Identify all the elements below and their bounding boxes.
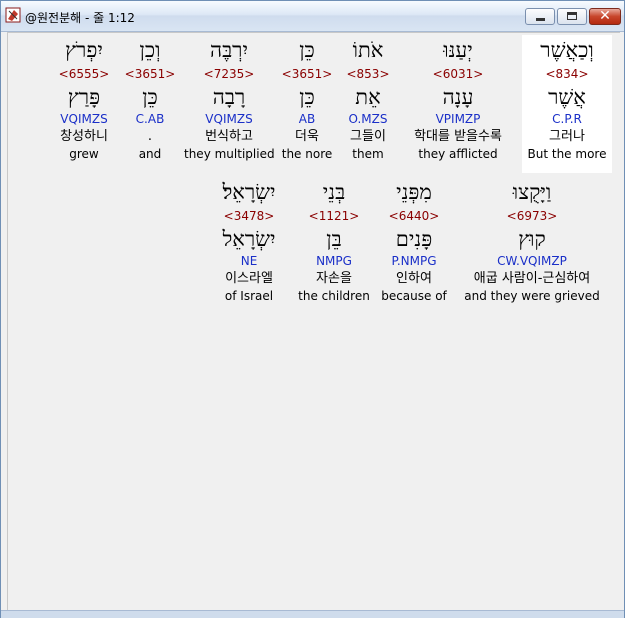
lemma: יִשְׂרָאֵל — [222, 227, 276, 251]
korean-gloss: 이스라엘 — [225, 271, 273, 286]
hebrew-word: וַיָּקֻצוּ — [512, 180, 552, 204]
english-gloss: the nore — [281, 147, 333, 161]
strong-number[interactable]: <6973> — [456, 207, 608, 225]
korean-gloss: 자손을 — [316, 271, 352, 286]
hebrew-word: כֵּן — [299, 38, 315, 62]
english-gloss: grew — [69, 147, 99, 161]
parse-code: C.AB — [135, 112, 165, 126]
parse-code: NE — [240, 254, 258, 268]
english-gloss: they multiplied — [184, 147, 275, 161]
english-gloss: because of — [381, 289, 447, 303]
maximize-icon — [567, 12, 577, 20]
english-gloss: the children — [298, 289, 370, 303]
korean-gloss: 인하여 — [396, 271, 432, 286]
window-bottom-border — [1, 610, 624, 618]
word-cell[interactable]: כֵּן <3651> כֵּן AB 더욱 the nore — [276, 35, 338, 173]
app-icon — [5, 7, 21, 23]
hebrew-word: יִפְרֹץ — [65, 38, 103, 62]
minimize-button[interactable] — [525, 8, 555, 25]
hebrew-word: יִרְבֶּה — [209, 38, 249, 62]
word-cell[interactable]: מִפְּנֵי <6440> פָּנִים P.NMPG 인하여 becau… — [378, 177, 450, 315]
lemma: רָבָה — [212, 85, 246, 109]
lemma: כֵּן — [299, 85, 315, 109]
english-gloss: and — [138, 147, 162, 161]
lemma: פָּנִים — [395, 227, 433, 251]
strong-number[interactable]: <7235> — [184, 65, 274, 83]
hebrew-word: אֹתוֹ — [352, 38, 384, 62]
strong-number[interactable]: <1121> — [298, 207, 370, 225]
english-gloss: they afflicted — [418, 147, 498, 161]
lemma: עָנָה — [442, 85, 474, 109]
parse-code: C.P.R — [552, 112, 582, 126]
parse-code: P.NMPG — [391, 254, 437, 268]
strong-number[interactable]: <834> — [522, 65, 612, 83]
hebrew-word: יִשְׂרָאֵל׃ — [222, 180, 276, 204]
korean-gloss: 더욱 — [295, 129, 319, 144]
word-cell[interactable]: וְכֵן <3651> כֵּן C.AB . and — [124, 35, 176, 173]
lemma: אֲשֶׁר — [548, 85, 586, 109]
parse-code: VQIMZS — [205, 112, 253, 126]
strong-number[interactable]: <3651> — [276, 65, 338, 83]
parse-code: VQIMZS — [60, 112, 108, 126]
strong-number[interactable]: <3651> — [124, 65, 176, 83]
hebrew-word: יְעַנּוּ — [443, 38, 473, 62]
lemma: כֵּן — [142, 85, 158, 109]
window-title: @원전분해 - 줄 1:12 — [25, 11, 135, 25]
hebrew-word: בְּנֵי — [322, 180, 346, 204]
parse-code: NMPG — [316, 254, 352, 268]
hebrew-word: וְכַאֲשֶׁר — [540, 38, 594, 62]
korean-gloss: 학대를 받을수록 — [414, 129, 502, 144]
word-cell[interactable]: וַיָּקֻצוּ <6973> קוּץ CW.VQIMZP 애굽 사람이-… — [456, 177, 608, 315]
word-cell[interactable]: וְכַאֲשֶׁר <834> אֲשֶׁר C.P.R 그러나 But th… — [522, 35, 612, 173]
hebrew-word: וְכֵן — [139, 38, 161, 62]
close-icon: ✕ — [599, 8, 611, 24]
close-button[interactable]: ✕ — [589, 8, 621, 25]
word-cell[interactable]: יִפְרֹץ <6555> פָּרַץ VQIMZS 창성하니 grew — [54, 35, 114, 173]
parse-code: AB — [298, 112, 316, 126]
minimize-icon — [536, 18, 545, 21]
lemma: בֵּן — [326, 227, 342, 251]
english-gloss: and they were grieved — [464, 289, 600, 303]
strong-number[interactable]: <6031> — [396, 65, 520, 83]
strong-number[interactable]: <853> — [336, 65, 400, 83]
maximize-button[interactable] — [557, 8, 587, 25]
korean-gloss: 번식하고 — [205, 129, 253, 144]
english-gloss: But the more — [527, 147, 607, 161]
lemma: פָּרַץ — [67, 85, 101, 109]
korean-gloss: 애굽 사람이-근심하여 — [473, 271, 591, 286]
parse-code: O.MZS — [348, 112, 388, 126]
app-window: @원전분해 - 줄 1:12 ✕ וְכַאֲשֶׁר <834> אֲשֶׁר… — [0, 0, 625, 618]
korean-gloss: 그들이 — [350, 129, 386, 144]
lemma: אֵת — [355, 85, 381, 109]
strong-number[interactable]: <6555> — [54, 65, 114, 83]
parse-code: CW.VQIMZP — [497, 254, 567, 268]
parse-code: VPIMZP — [435, 112, 481, 126]
analysis-panel: וְכַאֲשֶׁר <834> אֲשֶׁר C.P.R 그러나 But th… — [7, 32, 620, 611]
word-cell[interactable]: אֹתוֹ <853> אֵת O.MZS 그들이 them — [336, 35, 400, 173]
korean-gloss: . — [147, 129, 153, 144]
hebrew-word: מִפְּנֵי — [396, 180, 432, 204]
english-gloss: them — [352, 147, 384, 161]
korean-gloss: 그러나 — [549, 129, 585, 144]
korean-gloss: 창성하니 — [60, 129, 108, 144]
lemma: קוּץ — [518, 227, 546, 251]
word-cell[interactable]: יִרְבֶּה <7235> רָבָה VQIMZS 번식하고 they m… — [184, 35, 275, 173]
strong-number[interactable]: <3478> — [208, 207, 290, 225]
title-bar[interactable]: @원전분해 - 줄 1:12 ✕ — [1, 1, 624, 32]
strong-number[interactable]: <6440> — [378, 207, 450, 225]
word-cell[interactable]: בְּנֵי <1121> בֵּן NMPG 자손을 the children — [298, 177, 370, 315]
english-gloss: of Israel — [224, 289, 274, 303]
word-cell[interactable]: יִשְׂרָאֵל׃ <3478> יִשְׂרָאֵל NE 이스라엘 of… — [208, 177, 290, 315]
word-cell[interactable]: יְעַנּוּ <6031> עָנָה VPIMZP 학대를 받을수록 th… — [396, 35, 520, 173]
